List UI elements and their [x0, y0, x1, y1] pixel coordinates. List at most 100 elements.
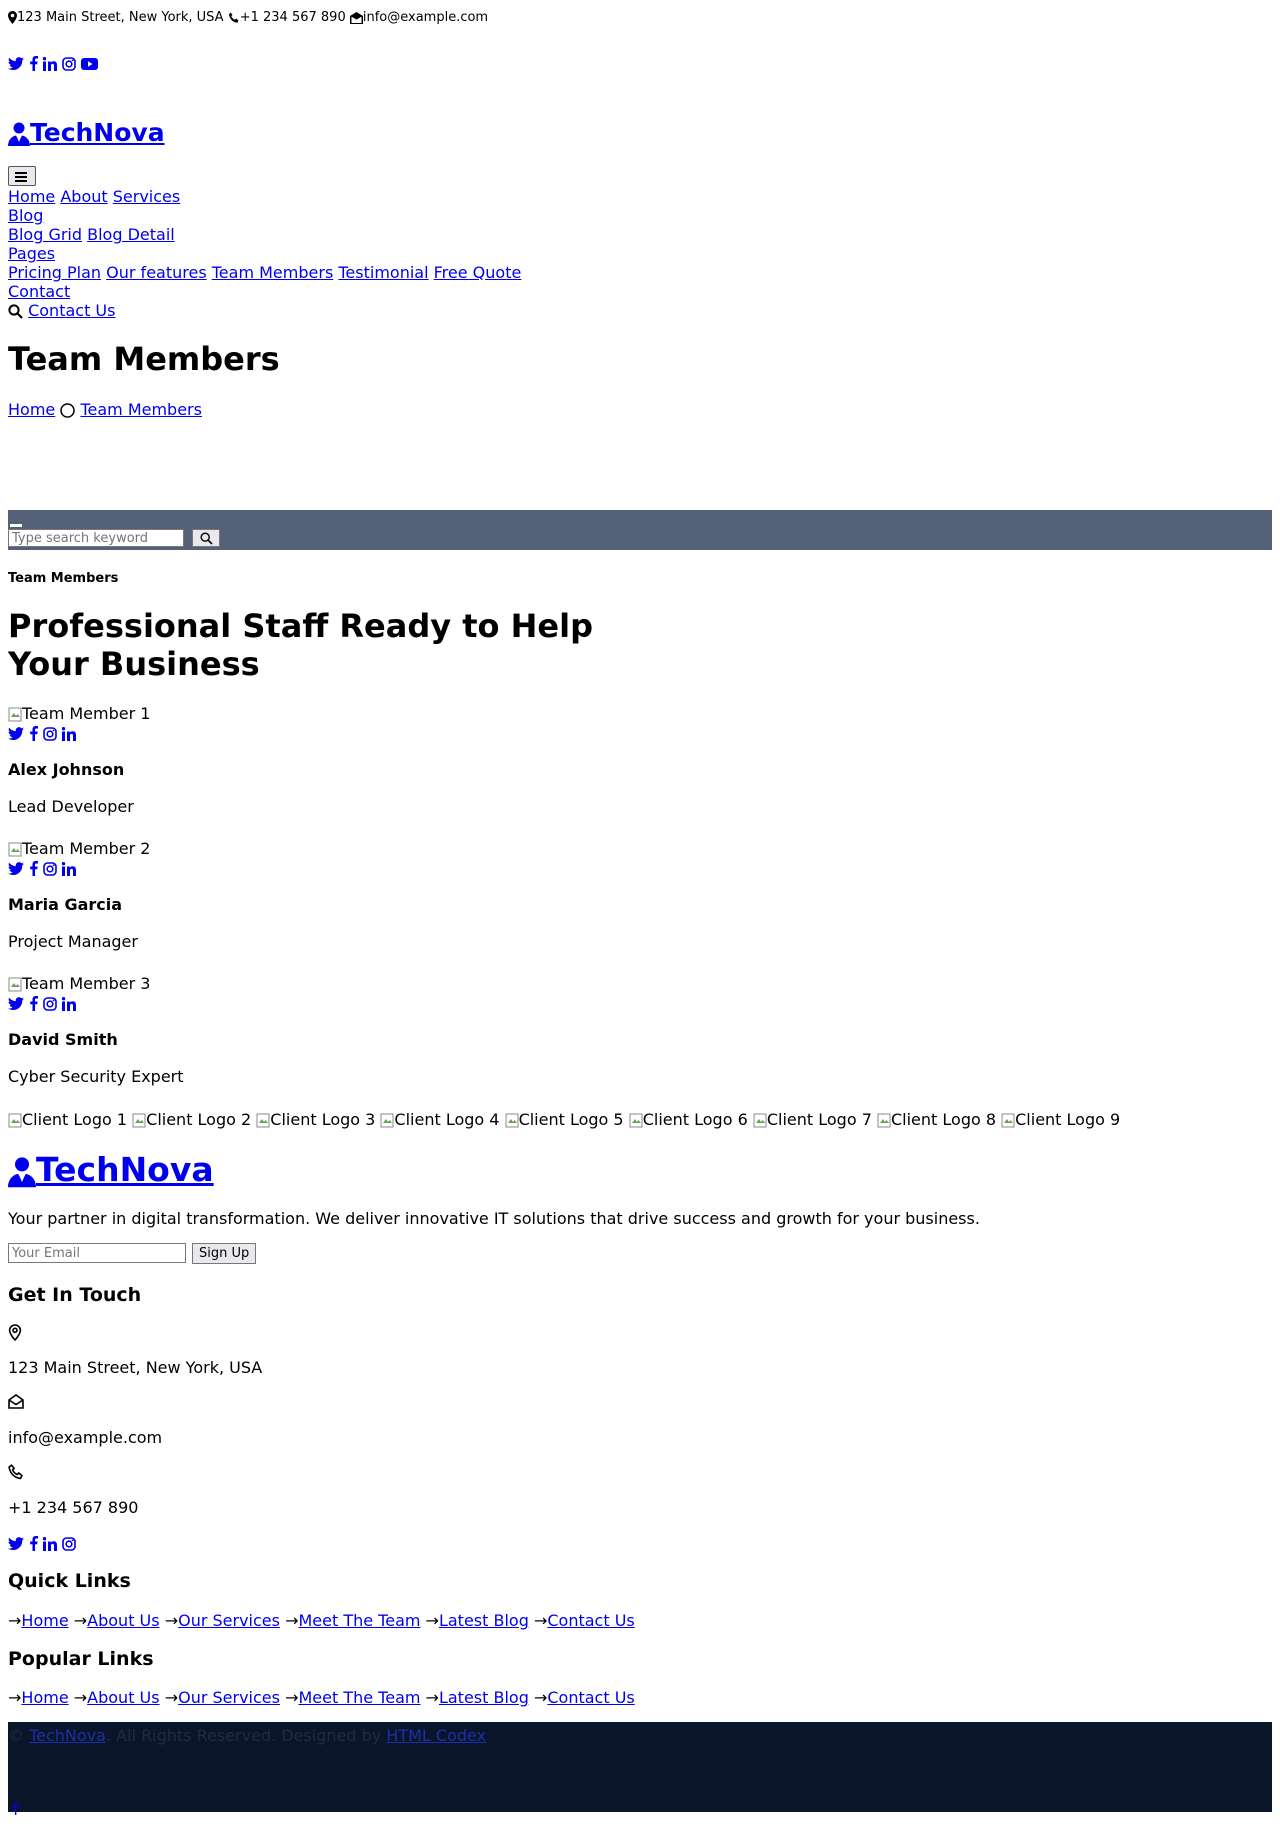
quick-link[interactable]: Latest Blog [439, 1611, 529, 1630]
nav-team-members[interactable]: Team Members [212, 263, 334, 282]
nav-blog[interactable]: Blog [8, 206, 43, 225]
quick-link[interactable]: Contact Us [547, 1611, 634, 1630]
client-logo: Client Logo 4 [380, 1110, 499, 1129]
quick-links-heading: Quick Links [8, 1570, 131, 1592]
circle-icon [60, 403, 76, 418]
breadcrumb-home[interactable]: Home [8, 400, 55, 419]
arrow-right-icon: → [533, 1611, 548, 1630]
arrow-right-icon: → [285, 1688, 299, 1707]
client-logo: Client Logo 9 [1001, 1110, 1120, 1129]
arrow-right-icon: → [164, 1611, 179, 1630]
facebook-icon[interactable] [29, 1536, 39, 1551]
copyright-bar: © TechNova. All Rights Reserved. Designe… [8, 1722, 1272, 1812]
team-member-role: Project Manager [8, 932, 138, 951]
nav-our-features[interactable]: Our features [106, 263, 207, 282]
brand-link[interactable]: TechNova [8, 118, 165, 147]
search-submit-button[interactable] [192, 529, 220, 547]
nav-services[interactable]: Services [113, 187, 180, 206]
search-icon[interactable] [8, 304, 23, 319]
twitter-link[interactable] [8, 53, 24, 72]
linkedin-icon[interactable] [62, 726, 77, 741]
popular-link[interactable]: Home [21, 1688, 68, 1707]
linkedin-icon[interactable] [62, 996, 77, 1011]
nav-home[interactable]: Home [8, 187, 55, 206]
team-member-social [8, 993, 184, 1012]
broken-image-icon [505, 1113, 519, 1128]
team-member-card: Team Member 1 Alex Johnson Lead Develope… [8, 704, 150, 816]
search-icon [200, 532, 213, 545]
breadcrumb-current[interactable]: Team Members [80, 400, 202, 419]
designer-link[interactable]: HTML Codex [386, 1726, 486, 1745]
team-heading-line2: Your Business [8, 645, 260, 683]
instagram-link[interactable] [62, 53, 77, 72]
nav-about[interactable]: About [60, 187, 107, 206]
nav-pricing-plan[interactable]: Pricing Plan [8, 263, 101, 282]
search-input[interactable] [8, 529, 184, 547]
instagram-icon[interactable] [43, 996, 57, 1011]
nav-pages[interactable]: Pages [8, 244, 55, 263]
newsletter-email-input[interactable] [8, 1243, 186, 1263]
popular-links: →Home →About Us →Our Services →Meet The … [8, 1688, 635, 1707]
nav-blog-grid[interactable]: Blog Grid [8, 225, 82, 244]
footer-brand-link[interactable]: TechNova [8, 1150, 214, 1189]
instagram-icon[interactable] [43, 726, 57, 741]
youtube-link[interactable] [81, 53, 99, 72]
facebook-link[interactable] [29, 53, 39, 72]
popular-link[interactable]: Contact Us [547, 1688, 634, 1707]
broken-image-icon [256, 1113, 270, 1128]
client-logo: Client Logo 8 [877, 1110, 996, 1129]
quick-link[interactable]: About Us [87, 1611, 159, 1630]
nav-blog-detail[interactable]: Blog Detail [87, 225, 175, 244]
facebook-icon[interactable] [29, 861, 39, 876]
popular-link[interactable]: Meet The Team [298, 1688, 420, 1707]
signup-button[interactable]: Sign Up [192, 1243, 257, 1264]
page-title: Team Members [8, 340, 280, 378]
instagram-icon[interactable] [43, 861, 57, 876]
main-nav: Home About Services Blog Blog Grid Blog … [8, 187, 521, 320]
nav-contact[interactable]: Contact [8, 282, 70, 301]
broken-image-icon [877, 1113, 891, 1128]
footer-social [8, 1533, 77, 1552]
quick-link[interactable]: Home [21, 1611, 68, 1630]
client-logo: Client Logo 1 [8, 1110, 127, 1129]
popular-link[interactable]: Latest Blog [439, 1688, 529, 1707]
team-member-card: Team Member 3 David Smith Cyber Security… [8, 974, 184, 1086]
topbar: 123 Main Street, New York, USA +1 234 56… [8, 10, 488, 25]
close-icon[interactable] [10, 524, 22, 527]
popular-link[interactable]: Our Services [178, 1688, 280, 1707]
team-member-social [8, 858, 150, 877]
topbar-address: 123 Main Street, New York, USA [17, 10, 224, 25]
arrow-right-icon: → [425, 1611, 439, 1630]
linkedin-icon[interactable] [43, 1536, 58, 1551]
envelope-open-icon [349, 11, 363, 24]
popular-link[interactable]: About Us [87, 1688, 159, 1707]
twitter-icon[interactable] [8, 726, 24, 741]
instagram-icon[interactable] [62, 1536, 77, 1551]
arrow-right-icon: → [285, 1611, 299, 1630]
team-member-image: Team Member 2 [8, 839, 150, 858]
linkedin-link[interactable] [43, 53, 58, 72]
navbar-toggler[interactable] [8, 166, 36, 186]
twitter-icon[interactable] [8, 861, 24, 876]
twitter-icon[interactable] [8, 996, 24, 1011]
facebook-icon[interactable] [29, 996, 39, 1011]
nav-testimonial[interactable]: Testimonial [338, 263, 428, 282]
twitter-icon[interactable] [8, 1536, 24, 1551]
popular-links-heading: Popular Links [8, 1648, 154, 1670]
linkedin-icon[interactable] [62, 861, 77, 876]
quick-link[interactable]: Our Services [178, 1611, 280, 1630]
broken-image-icon [8, 1113, 22, 1128]
copyright-brand-link[interactable]: TechNova [29, 1726, 106, 1745]
footer-about: Your partner in digital transformation. … [8, 1209, 980, 1228]
arrow-right-icon: → [164, 1688, 179, 1707]
broken-image-icon [1001, 1113, 1015, 1128]
location-icon [8, 11, 17, 24]
client-logos: Client Logo 1 Client Logo 2 Client Logo … [8, 1110, 1120, 1129]
facebook-icon[interactable] [29, 726, 39, 741]
facebook-icon [30, 56, 39, 71]
contact-us-button[interactable]: Contact Us [28, 301, 115, 320]
broken-image-icon [753, 1113, 767, 1128]
quick-link[interactable]: Meet The Team [298, 1611, 420, 1630]
back-to-top-button[interactable]: ↑ [9, 1800, 22, 1819]
nav-free-quote[interactable]: Free Quote [434, 263, 522, 282]
